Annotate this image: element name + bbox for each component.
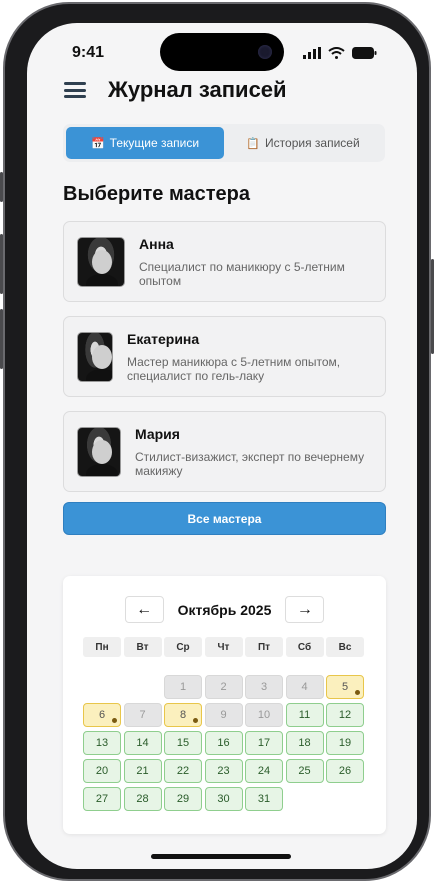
weekday-label: Сб bbox=[285, 637, 324, 657]
master-card-ekaterina[interactable]: Екатерина Мастер маникюра с 5-летним опы… bbox=[63, 316, 386, 397]
calendar-day[interactable]: 13 bbox=[83, 731, 121, 755]
avatar bbox=[77, 236, 125, 287]
dynamic-island bbox=[160, 33, 284, 71]
weekday-label: Чт bbox=[204, 637, 243, 657]
clipboard-icon: 📋 bbox=[246, 137, 261, 150]
calendar-day[interactable]: 14 bbox=[123, 731, 162, 755]
calendar-day[interactable]: 30 bbox=[204, 787, 243, 811]
avatar bbox=[77, 426, 121, 477]
calendar-day[interactable]: 28 bbox=[123, 787, 162, 811]
calendar-day[interactable]: 31 bbox=[245, 787, 283, 811]
master-description: Мастер маникюра с 5-летним опытом, специ… bbox=[127, 354, 341, 383]
calendar-day[interactable]: 17 bbox=[245, 731, 283, 755]
avatar bbox=[77, 331, 113, 382]
status-time: 9:41 bbox=[72, 44, 105, 61]
calendar-day: 7 bbox=[123, 703, 162, 727]
calendar-day[interactable]: 5 bbox=[326, 675, 364, 699]
calendar-day[interactable]: 18 bbox=[285, 731, 324, 755]
calendar-day: 4 bbox=[285, 675, 324, 699]
camera-icon bbox=[258, 45, 272, 59]
calendar-day[interactable]: 22 bbox=[164, 759, 202, 783]
wifi-icon bbox=[328, 47, 345, 59]
tab-current[interactable]: 📅 Текущие записи bbox=[66, 127, 224, 159]
calendar-day[interactable]: 8 bbox=[164, 703, 202, 727]
calendar-day: 1 bbox=[164, 675, 202, 699]
master-name: Екатерина bbox=[127, 330, 200, 347]
calendar-day[interactable]: 23 bbox=[204, 759, 243, 783]
weekday-label: Вс bbox=[326, 637, 364, 657]
next-month-button[interactable]: → bbox=[285, 596, 325, 623]
phone-frame: 9:41 Журнал записей 📅 Текущие записи 📋 И… bbox=[0, 2, 434, 881]
calendar-day: 9 bbox=[204, 703, 243, 727]
tab-history-label: История записей bbox=[265, 136, 360, 150]
calendar-day[interactable]: 6 bbox=[83, 703, 121, 727]
calendar-day[interactable]: 21 bbox=[123, 759, 162, 783]
master-name: Анна bbox=[139, 235, 174, 252]
calendar-header: ← Октябрь 2025 → bbox=[63, 596, 386, 623]
master-card-anna[interactable]: Анна Специалист по маникюру с 5-летним о… bbox=[63, 221, 386, 302]
calendar-day[interactable]: 16 bbox=[204, 731, 243, 755]
tab-current-label: Текущие записи bbox=[109, 136, 200, 150]
calendar-day[interactable]: 20 bbox=[83, 759, 121, 783]
tabs: 📅 Текущие записи 📋 История записей bbox=[63, 124, 385, 162]
calendar-day[interactable]: 26 bbox=[326, 759, 364, 783]
calendar-day[interactable]: 12 bbox=[326, 703, 364, 727]
master-name: Мария bbox=[135, 425, 180, 442]
status-icons bbox=[303, 47, 377, 59]
calendar-day[interactable]: 27 bbox=[83, 787, 121, 811]
calendar-day: 2 bbox=[204, 675, 243, 699]
screen: 9:41 Журнал записей 📅 Текущие записи 📋 И… bbox=[27, 23, 417, 869]
weekday-label: Пт bbox=[245, 637, 283, 657]
master-description: Стилист-визажист, эксперт по вечернему м… bbox=[135, 449, 365, 478]
calendar-day[interactable]: 11 bbox=[285, 703, 324, 727]
signal-icon bbox=[303, 47, 321, 59]
volume-up-button bbox=[0, 234, 3, 294]
calendar-day: 3 bbox=[245, 675, 283, 699]
all-masters-button[interactable]: Все мастера bbox=[63, 502, 386, 535]
page-title: Журнал записей bbox=[108, 77, 287, 102]
calendar-day: 10 bbox=[245, 703, 283, 727]
volume-down-button bbox=[0, 309, 3, 369]
calendar-day[interactable]: 25 bbox=[285, 759, 324, 783]
calendar-day[interactable]: 29 bbox=[164, 787, 202, 811]
calendar-day[interactable]: 15 bbox=[164, 731, 202, 755]
calendar-day[interactable]: 24 bbox=[245, 759, 283, 783]
weekday-label: Ср bbox=[164, 637, 202, 657]
weekday-label: Пн bbox=[83, 637, 121, 657]
calendar-icon: 📅 bbox=[90, 137, 105, 150]
app-header: Журнал записей bbox=[64, 77, 287, 103]
weekday-label: Вт bbox=[123, 637, 162, 657]
master-card-maria[interactable]: Мария Стилист-визажист, эксперт по вечер… bbox=[63, 411, 386, 492]
tab-history[interactable]: 📋 История записей bbox=[224, 127, 382, 159]
home-indicator bbox=[151, 854, 291, 859]
mute-switch bbox=[0, 172, 3, 202]
calendar-day[interactable]: 19 bbox=[326, 731, 364, 755]
calendar-month: Октябрь 2025 bbox=[177, 601, 272, 618]
battery-icon bbox=[352, 47, 377, 59]
section-title: Выберите мастера bbox=[63, 183, 251, 205]
prev-month-button[interactable]: ← bbox=[124, 596, 164, 623]
master-description: Специалист по маникюру с 5-летним опытом bbox=[139, 259, 345, 288]
calendar: ← Октябрь 2025 → Пн Вт Ср Чт Пт Сб Вс 1 2 3 4 5 6 7 8 9… bbox=[63, 576, 386, 834]
menu-icon[interactable] bbox=[64, 82, 86, 98]
